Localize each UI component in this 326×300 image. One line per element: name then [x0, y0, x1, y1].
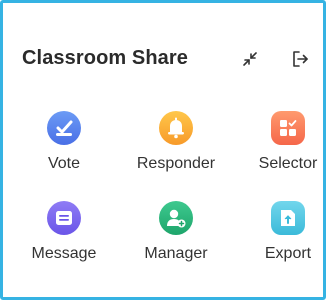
- tool-export[interactable]: Export: [238, 201, 326, 281]
- bell-icon: [159, 111, 193, 145]
- tool-vote[interactable]: Vote: [14, 111, 114, 191]
- collapse-arrows-icon[interactable]: [240, 49, 260, 69]
- tool-label: Responder: [136, 155, 216, 172]
- export-icon: [271, 201, 305, 235]
- vote-icon: [47, 111, 81, 145]
- tool-responder[interactable]: Responder: [126, 111, 226, 191]
- tool-selector[interactable]: Selector: [238, 111, 326, 191]
- tool-message[interactable]: Message: [14, 201, 114, 281]
- tool-label: Selector: [258, 155, 318, 172]
- tool-label: Manager: [144, 245, 208, 262]
- tool-manager[interactable]: Manager: [126, 201, 226, 281]
- message-icon: [47, 201, 81, 235]
- panel-title: Classroom Share: [22, 47, 189, 69]
- classroom-share-panel: Classroom Share Vote Responder Selector …: [0, 0, 326, 300]
- manager-icon: [159, 201, 193, 235]
- tool-label: Message: [31, 245, 97, 262]
- selector-icon: [271, 111, 305, 145]
- exit-icon[interactable]: [290, 49, 310, 69]
- panel-header: Classroom Share: [22, 45, 312, 75]
- tool-label: Vote: [47, 155, 81, 172]
- tool-label: Export: [264, 245, 312, 262]
